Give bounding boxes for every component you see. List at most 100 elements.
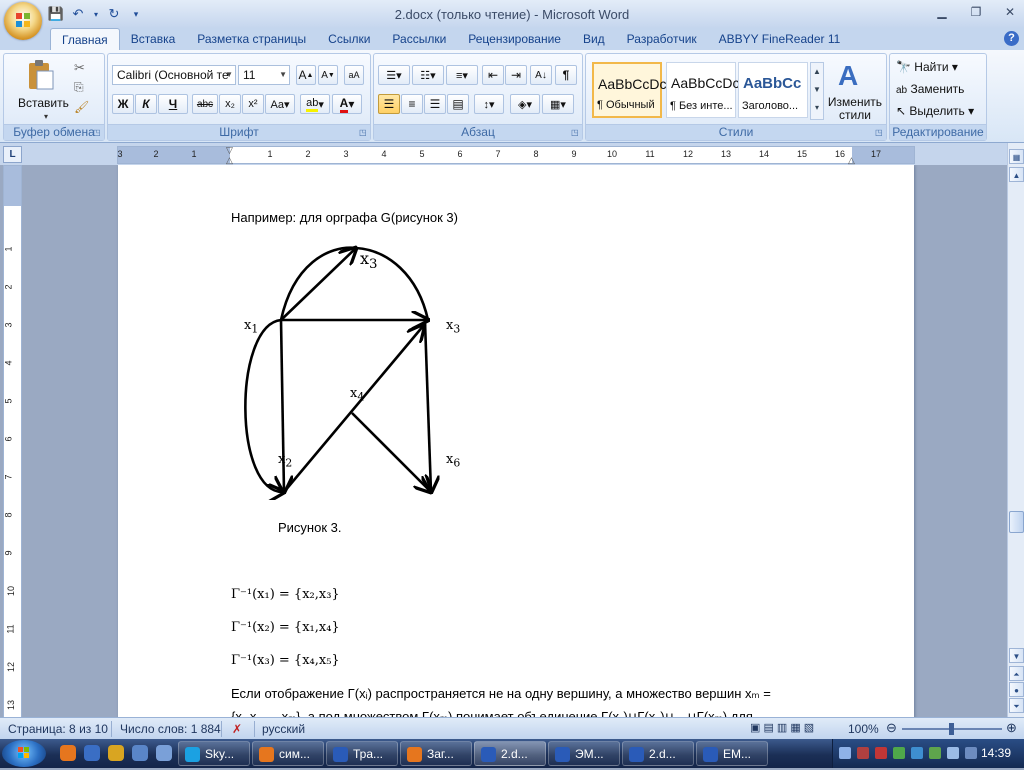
- tray-flash-icon[interactable]: [875, 747, 887, 759]
- increase-indent-icon[interactable]: ⇥: [505, 65, 527, 85]
- tab-view[interactable]: Вид: [572, 28, 616, 50]
- vertical-ruler[interactable]: 1 2 3 4 5 6 7 8 9 10 11 12 13: [3, 165, 22, 719]
- tab-mailings[interactable]: Рассылки: [381, 28, 457, 50]
- tab-insert[interactable]: Вставка: [120, 28, 187, 50]
- ruler-toggle-icon[interactable]: ▦: [1009, 149, 1024, 164]
- show-desktop-icon[interactable]: [132, 745, 148, 761]
- italic-button[interactable]: К: [135, 94, 157, 114]
- style-heading[interactable]: AaBbCc Заголово...: [738, 62, 808, 118]
- decrease-indent-icon[interactable]: ⇤: [482, 65, 504, 85]
- tray-network-icon[interactable]: [839, 747, 851, 759]
- previous-page-icon[interactable]: ⏶: [1009, 666, 1024, 681]
- cut-icon[interactable]: ✂: [74, 60, 85, 76]
- word-count[interactable]: Число слов: 1 884: [120, 722, 221, 736]
- tray-monitor-icon[interactable]: [965, 747, 977, 759]
- scroll-thumb[interactable]: [1009, 511, 1024, 533]
- taskbar-skype[interactable]: Sky...: [178, 741, 250, 766]
- font-name-combo[interactable]: Calibri (Основной те ▼: [112, 65, 236, 85]
- align-center-icon[interactable]: ≡: [401, 94, 423, 114]
- document-area[interactable]: Например: для орграфа G(рисунок 3) x3 x1…: [22, 165, 1007, 717]
- change-styles-button[interactable]: Изменить стили: [826, 96, 884, 122]
- zoom-out-icon[interactable]: ⊖: [886, 720, 897, 736]
- close-icon[interactable]: ✕: [1002, 5, 1018, 19]
- avast-icon[interactable]: [108, 745, 124, 761]
- change-case-icon[interactable]: Aa▾: [265, 94, 295, 114]
- tab-references[interactable]: Ссылки: [317, 28, 381, 50]
- taskbar-word-1[interactable]: Тра...: [326, 741, 398, 766]
- taskbar-word-active[interactable]: 2.d...: [474, 741, 546, 766]
- align-left-icon[interactable]: ☰: [378, 94, 400, 114]
- tray-security-icon[interactable]: [893, 747, 905, 759]
- align-right-icon[interactable]: ☰: [424, 94, 446, 114]
- subscript-icon[interactable]: x₂: [219, 94, 241, 114]
- paste-icon[interactable]: [26, 59, 56, 91]
- taskbar-word-4[interactable]: 2.d...: [622, 741, 694, 766]
- help-icon[interactable]: ?: [1004, 31, 1019, 46]
- highlight-color-icon[interactable]: ab ▾: [300, 94, 330, 114]
- quicklaunch-expand-icon[interactable]: [156, 745, 172, 761]
- tab-home[interactable]: Главная: [50, 28, 120, 50]
- clock[interactable]: 14:39: [981, 746, 1011, 760]
- tray-skype-icon[interactable]: [911, 747, 923, 759]
- start-button[interactable]: [2, 740, 46, 767]
- select-button[interactable]: ↖ Выделить ▾: [896, 104, 974, 118]
- clear-formatting-icon[interactable]: aA: [344, 65, 364, 85]
- font-color-icon[interactable]: A ▾: [332, 94, 362, 114]
- language-status[interactable]: русский: [262, 722, 305, 736]
- vertical-scrollbar[interactable]: ▦ ▲ ▼ ⏶ ● ⏷: [1007, 143, 1024, 717]
- restore-icon[interactable]: ❐: [968, 5, 984, 19]
- taskbar-word-3[interactable]: ЭМ...: [548, 741, 620, 766]
- tab-review[interactable]: Рецензирование: [457, 28, 572, 50]
- style-normal[interactable]: AaBbCcDc ¶ Обычный: [592, 62, 666, 118]
- select-browse-object-icon[interactable]: ●: [1009, 682, 1024, 697]
- scroll-down-icon[interactable]: ▼: [1009, 648, 1024, 663]
- page-status[interactable]: Страница: 8 из 10: [8, 722, 108, 736]
- firefox-icon[interactable]: [60, 745, 76, 761]
- grow-font-icon[interactable]: A ▲: [296, 65, 316, 85]
- shading-icon[interactable]: ◈▾: [510, 94, 540, 114]
- tray-app-icon[interactable]: [857, 747, 869, 759]
- style-no-spacing[interactable]: AaBbCcDc ¶ Без инте...: [666, 62, 739, 118]
- styles-launcher-icon[interactable]: ◳: [875, 129, 883, 137]
- superscript-icon[interactable]: x²: [242, 94, 264, 114]
- taskbar-word-5[interactable]: ЕМ...: [696, 741, 768, 766]
- justify-icon[interactable]: ▤: [447, 94, 469, 114]
- tray-volume-icon[interactable]: [947, 747, 959, 759]
- scroll-up-icon[interactable]: ▲: [1009, 167, 1024, 182]
- tab-page-layout[interactable]: Разметка страницы: [186, 28, 317, 50]
- next-page-icon[interactable]: ⏷: [1009, 698, 1024, 713]
- zoom-slider-thumb[interactable]: [949, 723, 954, 735]
- multilevel-list-icon[interactable]: ≡▾: [446, 65, 478, 85]
- styles-scroll[interactable]: ▲ ▼ ▾: [810, 62, 824, 120]
- tab-developer[interactable]: Разработчик: [616, 28, 708, 50]
- shrink-font-icon[interactable]: A ▼: [318, 65, 338, 85]
- paste-dropdown-icon[interactable]: ▾: [44, 112, 48, 121]
- borders-icon[interactable]: ▦▾: [542, 94, 574, 114]
- proofing-icon[interactable]: ✗: [232, 722, 242, 736]
- paste-button[interactable]: Вставить: [18, 96, 69, 110]
- taskbar-download[interactable]: Заг...: [400, 741, 472, 766]
- replace-button[interactable]: ab Заменить: [896, 82, 964, 96]
- copy-icon[interactable]: ⎘: [74, 80, 84, 95]
- show-marks-button[interactable]: ¶: [555, 65, 577, 85]
- bold-button[interactable]: Ж: [112, 94, 134, 114]
- view-buttons[interactable]: ▣ ▤ ▥ ▦ ▧: [750, 721, 814, 734]
- tab-abbyy[interactable]: ABBYY FineReader 11: [708, 28, 852, 50]
- media-player-icon[interactable]: [84, 745, 100, 761]
- underline-button[interactable]: Ч: [158, 94, 188, 114]
- bullets-icon[interactable]: ☰▾: [378, 65, 410, 85]
- document-page[interactable]: Например: для орграфа G(рисунок 3) x3 x1…: [118, 165, 914, 717]
- paragraph-launcher-icon[interactable]: ◳: [571, 129, 579, 137]
- office-button[interactable]: [4, 2, 42, 40]
- sort-icon[interactable]: A↓: [530, 65, 552, 85]
- taskbar-firefox[interactable]: сим...: [252, 741, 324, 766]
- change-styles-icon[interactable]: A: [838, 60, 858, 92]
- numbering-icon[interactable]: ☷▾: [412, 65, 444, 85]
- line-spacing-icon[interactable]: ↕▾: [474, 94, 504, 114]
- tray-update-icon[interactable]: [929, 747, 941, 759]
- font-launcher-icon[interactable]: ◳: [359, 129, 367, 137]
- zoom-level[interactable]: 100%: [848, 722, 879, 736]
- clipboard-launcher-icon[interactable]: ◳: [93, 129, 101, 137]
- zoom-in-icon[interactable]: ⊕: [1006, 720, 1017, 736]
- font-size-combo[interactable]: 11 ▼: [238, 65, 290, 85]
